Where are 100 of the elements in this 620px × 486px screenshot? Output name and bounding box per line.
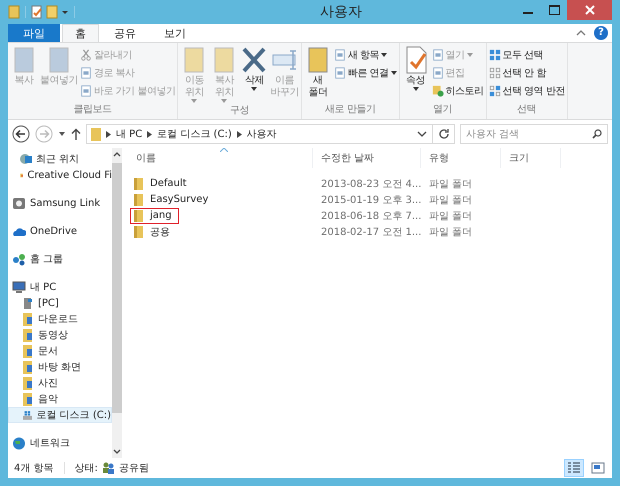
up-arrow-icon[interactable]: [71, 128, 81, 140]
nav-item[interactable]: Creative Cloud Fi: [8, 167, 112, 183]
globe-icon: [12, 436, 26, 450]
folder-icon: [22, 376, 34, 390]
ribbon-button[interactable]: 모두 선택: [488, 47, 565, 62]
collapse-ribbon-icon[interactable]: [576, 30, 586, 36]
table-cell-text: 2013-08-23 오전 4...: [320, 178, 421, 191]
folder-icon: [22, 312, 34, 326]
folder-icon: [134, 178, 144, 190]
ribbon-button[interactable]: 삭제: [240, 45, 268, 91]
nav-item[interactable]: 최근 위치: [8, 151, 112, 167]
nav-item[interactable]: 사진: [8, 375, 112, 391]
ribbon-button[interactable]: 새 항목: [334, 47, 397, 62]
ribbon-tab[interactable]: 홈: [62, 24, 99, 42]
ribbon-button[interactable]: 새 폴더: [304, 45, 332, 99]
nav-item[interactable]: 문서: [8, 343, 112, 359]
users-icon: [102, 462, 115, 474]
caret-icon[interactable]: [61, 8, 69, 16]
group-label: 클립보드: [72, 103, 113, 117]
nav-item[interactable]: Samsung Link: [8, 195, 112, 211]
search-icon: [592, 129, 602, 139]
select-none-icon: [488, 66, 501, 78]
file-name[interactable]: Default: [150, 178, 187, 189]
nav-item[interactable]: 바탕 화면: [8, 359, 112, 375]
folder-icon: [22, 360, 34, 374]
file-name[interactable]: jang: [150, 210, 172, 221]
folder-icon: [22, 328, 34, 342]
scissors-icon: [80, 48, 92, 60]
breadcrumb[interactable]: 사용자: [246, 127, 277, 141]
properties-icon[interactable]: [31, 5, 43, 19]
table-cell-text: 파일 폴더: [428, 194, 474, 207]
breadcrumb[interactable]: 로컬 디스크 (C:): [157, 127, 232, 141]
refresh-icon[interactable]: [438, 128, 450, 140]
ribbon-button[interactable]: 히스토리: [432, 83, 484, 98]
dropdown-icon[interactable]: [417, 131, 427, 137]
ribbon-button[interactable]: 빠른 연결: [334, 65, 397, 80]
nav-item[interactable]: 로컬 디스크 (C:): [8, 407, 112, 423]
recent-places-icon: [20, 152, 32, 166]
details-view-button[interactable]: [564, 459, 584, 477]
scroll-up-icon[interactable]: [113, 152, 121, 157]
help-button[interactable]: ?: [594, 26, 608, 40]
table-cell-text: 2018-06-18 오후 7...: [320, 210, 421, 223]
ribbon-tab[interactable]: 공유: [101, 24, 149, 42]
delete-icon: [240, 45, 268, 75]
file-tab[interactable]: 파일: [8, 24, 60, 42]
chevron-icon: [236, 130, 242, 138]
nav-item[interactable]: 내 PC: [8, 279, 112, 295]
chevron-icon: [106, 130, 111, 138]
nav-item[interactable]: OneDrive: [8, 223, 112, 239]
group-label: 열기: [432, 103, 454, 117]
group-label: 선택: [516, 103, 538, 117]
search-field[interactable]: 사용자 검색: [460, 124, 608, 144]
folder-icon: [134, 210, 144, 222]
caret-icon: [221, 99, 228, 103]
ribbon-button[interactable]: 선택 안 함: [488, 65, 565, 80]
table-cell-text: 파일 폴더: [428, 210, 474, 223]
address-field[interactable]: 내 PC 로컬 디스크 (C:) 사용자: [86, 124, 455, 144]
item-count: 4개 항목: [14, 462, 54, 475]
folder-icon: [134, 194, 144, 206]
nav-item[interactable]: 동영상: [8, 327, 112, 343]
scroll-down-icon[interactable]: [113, 449, 121, 454]
scroll-thumb[interactable]: [112, 163, 122, 413]
nav-item[interactable]: 네트워크: [8, 435, 112, 451]
back-button[interactable]: [12, 125, 30, 143]
history-icon: [432, 84, 444, 96]
caret-icon: [191, 99, 198, 103]
column-header[interactable]: 유형: [421, 148, 501, 168]
nav-item[interactable]: [PC]: [8, 295, 112, 311]
caret-icon: [412, 87, 419, 91]
caret-icon: [390, 70, 397, 74]
ribbon-button[interactable]: 선택 영역 반전: [488, 83, 565, 98]
device-icon: [12, 196, 26, 210]
maximize-icon[interactable]: [548, 5, 560, 15]
breadcrumb[interactable]: 내 PC: [116, 127, 142, 141]
file-name[interactable]: EasySurvey: [150, 194, 208, 205]
recent-locations-icon[interactable]: [58, 132, 66, 136]
drive-icon: [22, 296, 34, 310]
close-icon[interactable]: [584, 5, 594, 15]
group-label: 구성: [229, 104, 250, 118]
folder-icon: [134, 226, 144, 238]
scrollbar[interactable]: [112, 148, 122, 458]
ribbon-button[interactable]: 속성: [402, 45, 430, 91]
status-value: 공유됨: [118, 462, 149, 475]
nav-item[interactable]: 다운로드: [8, 311, 112, 327]
computer-icon: [12, 280, 26, 294]
caret-icon: [466, 52, 473, 56]
column-header[interactable]: 수정한 날짜: [313, 148, 421, 168]
caret-icon: [251, 87, 258, 91]
column-header[interactable]: 크기: [501, 148, 561, 168]
table-cell-text: 파일 폴더: [428, 178, 474, 191]
folder-icon: [91, 128, 101, 140]
nav-item[interactable]: 음악: [8, 391, 112, 407]
status-label: 상태:: [74, 462, 98, 475]
ribbon-tab[interactable]: 보기: [151, 24, 199, 42]
invert-selection-icon: [488, 84, 501, 96]
table-cell-text: 2018-02-17 오전 1...: [320, 226, 421, 239]
table-cell-text: 파일 폴더: [428, 226, 474, 239]
file-name[interactable]: 공용: [150, 224, 170, 238]
column-header[interactable]: 이름: [128, 148, 313, 168]
nav-item[interactable]: 홈 그룹: [8, 251, 112, 267]
